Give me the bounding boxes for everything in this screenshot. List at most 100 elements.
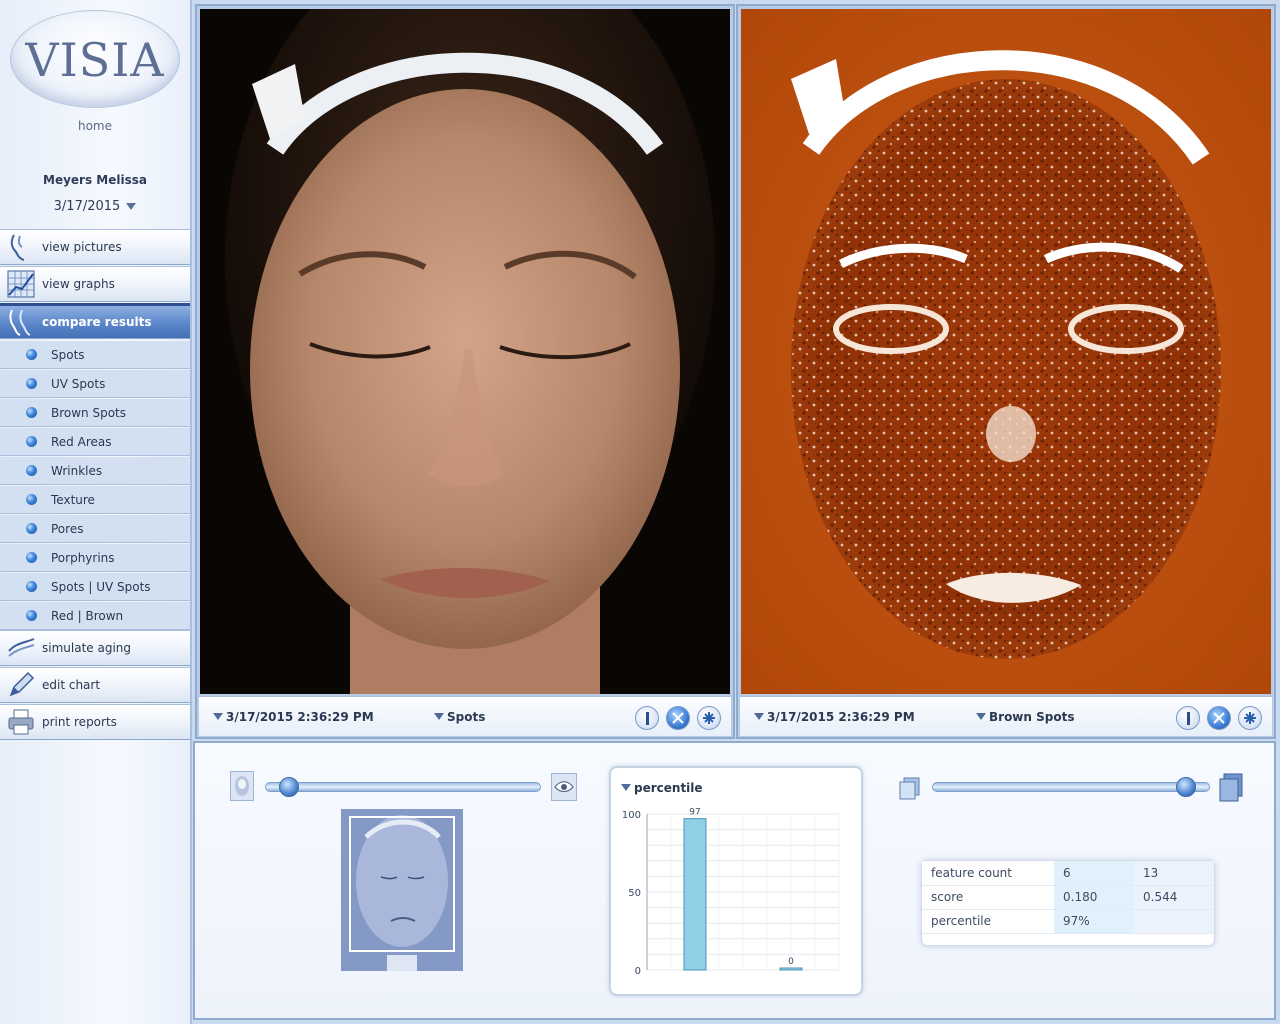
compare-item-label: Brown Spots bbox=[51, 405, 127, 420]
stats-value-2: 13 bbox=[1134, 861, 1214, 886]
compare-item[interactable]: Wrinkles bbox=[0, 457, 190, 485]
eye-icon bbox=[554, 781, 574, 792]
overlay-slider-knob[interactable] bbox=[1176, 777, 1197, 797]
compare-item-label: UV Spots bbox=[51, 376, 106, 391]
compare-item-label: Red Areas bbox=[51, 434, 112, 449]
nav-edit-chart[interactable]: edit chart bbox=[0, 667, 190, 703]
nav-compare-results[interactable]: compare results bbox=[0, 303, 190, 339]
nav-view-pictures-label: view pictures bbox=[42, 240, 122, 254]
right-info-button[interactable] bbox=[1176, 706, 1200, 730]
stats-row: score 0.180 0.544 bbox=[922, 885, 1214, 910]
right-image-panel: 3/17/2015 2:36:29 PM Brown Spots bbox=[736, 4, 1276, 739]
nav-print-reports-label: print reports bbox=[42, 715, 117, 729]
compare-item[interactable]: Brown Spots bbox=[0, 399, 190, 427]
face-photo-brown-spots[interactable] bbox=[741, 9, 1271, 694]
dropdown-arrow-icon bbox=[754, 713, 764, 720]
compare-item[interactable]: Red Areas bbox=[0, 428, 190, 456]
compare-item-label: Porphyrins bbox=[51, 550, 115, 565]
eye-view-button[interactable] bbox=[551, 773, 577, 801]
info-icon bbox=[1186, 711, 1190, 725]
percentile-bar bbox=[683, 818, 707, 971]
zoom-slider-knob[interactable] bbox=[278, 777, 299, 797]
right-settings-button[interactable] bbox=[1238, 706, 1262, 730]
percentile-bar-chart: 0 50 100 97 0 bbox=[622, 808, 840, 977]
right-timestamp-select[interactable]: 3/17/2015 2:36:29 PM bbox=[754, 710, 915, 724]
stats-value-1: 6 bbox=[1054, 861, 1134, 886]
stats-label: score bbox=[922, 885, 1054, 910]
compare-item-label: Texture bbox=[51, 492, 95, 507]
bullet-icon bbox=[26, 610, 37, 621]
printer-icon bbox=[0, 705, 42, 739]
overlay-slider-track[interactable] bbox=[932, 777, 1210, 797]
y-tick-label: 100 bbox=[622, 810, 641, 821]
overlay-less-icon[interactable] bbox=[899, 777, 921, 801]
face-view-button[interactable] bbox=[230, 771, 254, 801]
graph-grid-icon bbox=[0, 267, 42, 301]
patient-date-select[interactable]: 3/17/2015 bbox=[0, 199, 190, 214]
stats-label: percentile bbox=[922, 909, 1054, 934]
bar-value-label: 0 bbox=[788, 957, 794, 967]
dropdown-arrow-icon bbox=[213, 713, 223, 720]
patient-date-value: 3/17/2015 bbox=[53, 199, 121, 214]
nav-print-reports[interactable]: print reports bbox=[0, 704, 190, 740]
left-mode-select[interactable]: Spots bbox=[434, 710, 485, 724]
bullet-icon bbox=[26, 523, 37, 534]
compare-item[interactable]: Spots | UV Spots bbox=[0, 573, 190, 601]
left-settings-button[interactable] bbox=[697, 706, 721, 730]
asterisk-icon bbox=[1244, 712, 1256, 724]
compare-item[interactable]: Red | Brown bbox=[0, 602, 190, 630]
stats-label: feature count bbox=[922, 861, 1054, 886]
nav-view-graphs-label: view graphs bbox=[42, 277, 115, 291]
right-tools-button[interactable] bbox=[1207, 706, 1231, 730]
left-timestamp-select[interactable]: 3/17/2015 2:36:29 PM bbox=[213, 710, 374, 724]
bullet-icon bbox=[26, 581, 37, 592]
percentile-bar bbox=[779, 967, 803, 971]
compare-item[interactable]: UV Spots bbox=[0, 370, 190, 398]
dropdown-arrow-icon bbox=[976, 713, 986, 720]
compare-item[interactable]: Texture bbox=[0, 486, 190, 514]
info-icon bbox=[645, 711, 649, 725]
sidebar: VISIA home Meyers Melissa 3/17/2015 view… bbox=[0, 0, 192, 1024]
visia-logo[interactable]: VISIA bbox=[10, 10, 180, 108]
bullet-icon bbox=[26, 436, 37, 447]
stats-table: feature count 6 13 score 0.180 0.544 percentil… bbox=[921, 860, 1215, 946]
compare-item[interactable]: Pores bbox=[0, 515, 190, 543]
left-tools-button[interactable] bbox=[666, 706, 690, 730]
nav-simulate-aging-label: simulate aging bbox=[42, 641, 131, 655]
right-mode: Brown Spots bbox=[989, 710, 1075, 724]
compare-item-label: Wrinkles bbox=[51, 463, 103, 478]
compare-item[interactable]: Porphyrins bbox=[0, 544, 190, 572]
bullet-icon bbox=[26, 349, 37, 360]
face-profile-icon bbox=[0, 230, 42, 264]
nav-edit-chart-label: edit chart bbox=[42, 678, 101, 692]
stats-value-2: 0.544 bbox=[1134, 885, 1214, 910]
left-info-button[interactable] bbox=[635, 706, 659, 730]
zoom-slider-track[interactable] bbox=[265, 777, 541, 797]
compare-item[interactable]: Spots bbox=[0, 341, 190, 369]
right-timestamp: 3/17/2015 2:36:29 PM bbox=[767, 710, 915, 724]
tools-icon bbox=[1213, 712, 1225, 724]
left-mode: Spots bbox=[447, 710, 486, 724]
face-photo-standard[interactable] bbox=[200, 9, 730, 694]
nav-view-graphs[interactable]: view graphs bbox=[0, 266, 190, 302]
left-panel-toolbar: 3/17/2015 2:36:29 PM Spots bbox=[199, 696, 731, 736]
right-mode-select[interactable]: Brown Spots bbox=[976, 710, 1074, 724]
tools-icon bbox=[672, 712, 684, 724]
face-thumbnail-roi[interactable] bbox=[341, 809, 463, 971]
overlay-more-icon[interactable] bbox=[1218, 773, 1244, 803]
pen-icon bbox=[0, 668, 42, 702]
compare-faces-icon bbox=[0, 305, 42, 339]
bullet-icon bbox=[26, 465, 37, 476]
compare-item-label: Spots | UV Spots bbox=[51, 579, 151, 594]
nav-simulate-aging[interactable]: simulate aging bbox=[0, 630, 190, 666]
nav-view-pictures[interactable]: view pictures bbox=[0, 229, 190, 265]
home-link[interactable]: home bbox=[0, 119, 190, 133]
dropdown-arrow-icon bbox=[126, 203, 137, 210]
stats-value-2 bbox=[1134, 909, 1214, 934]
left-timestamp: 3/17/2015 2:36:29 PM bbox=[226, 710, 374, 724]
percentile-chart-panel: percentile 0 50 100 97 0 bbox=[609, 766, 863, 996]
stats-row: feature count 6 13 bbox=[922, 861, 1214, 886]
stats-value-1: 0.180 bbox=[1054, 885, 1134, 910]
right-panel-toolbar: 3/17/2015 2:36:29 PM Brown Spots bbox=[740, 696, 1272, 736]
bottom-control-area: percentile 0 50 100 97 0 feature count 6 13 sco… bbox=[193, 741, 1276, 1020]
